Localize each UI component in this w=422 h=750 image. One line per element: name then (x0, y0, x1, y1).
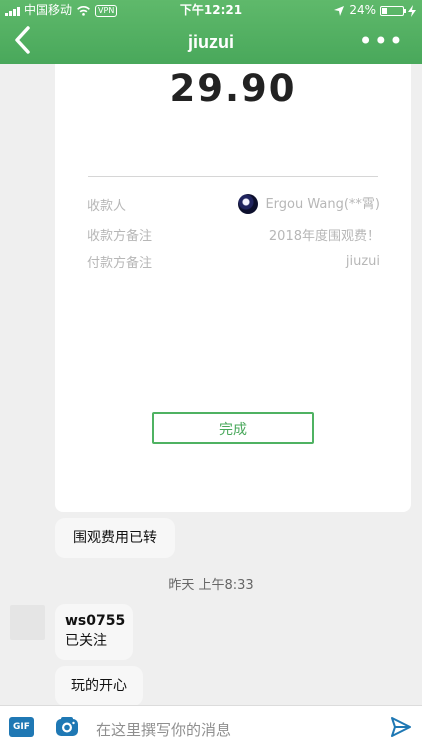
message-input[interactable] (94, 717, 378, 742)
message-bubble-transfer: 围观费用已转 (55, 518, 175, 558)
message-bubble-fun: 玩的开心 (55, 666, 143, 706)
charging-icon (408, 4, 416, 17)
battery-percent: 24% (349, 3, 376, 17)
payee-row: 收款人 Ergou Wang(**霄) (87, 193, 380, 215)
sender-name: ws0755 (65, 613, 126, 629)
payer-note-value: jiuzui (345, 253, 380, 269)
camera-icon[interactable] (55, 716, 79, 737)
gif-button[interactable]: GIF (9, 717, 34, 737)
chat-timestamp: 昨天 上午8:33 (168, 578, 254, 593)
app-header: 中国移动 VPN 下午12:21 24% jiuzui ••• (0, 0, 422, 64)
sender-avatar[interactable] (10, 605, 45, 640)
payee-avatar (238, 193, 259, 214)
status-bar: 中国移动 VPN 下午12:21 24% (0, 0, 422, 21)
payment-amount: 29.90 (169, 67, 297, 110)
payment-divider (88, 176, 378, 177)
payee-label: 收款人 (87, 198, 127, 214)
payer-note-row: 付款方备注 jiuzui (87, 250, 380, 272)
payment-card: 29.90 收款人 Ergou Wang(**霄) 收款方备注 2018年度围观… (55, 64, 411, 512)
send-icon[interactable] (390, 716, 412, 738)
payee-name: Ergou Wang(**霄) (265, 197, 380, 213)
battery-level (382, 7, 387, 14)
navigation-bar: jiuzui ••• (0, 21, 422, 64)
payee-note-row: 收款方备注 2018年度围观费！ (87, 223, 380, 245)
battery-icon (380, 5, 406, 16)
message-composer: GIF (0, 705, 422, 750)
more-options-button[interactable]: ••• (359, 29, 404, 53)
status-right: 24% (333, 0, 416, 21)
payee-note-value: 2018年度围观费！ (268, 228, 380, 244)
payee-value: Ergou Wang(**霄) (238, 193, 380, 215)
message-bubble-follow: ws0755 已关注 (55, 604, 133, 660)
payer-note-label: 付款方备注 (87, 255, 153, 271)
chat-screen: 中国移动 VPN 下午12:21 24% jiuzui ••• 29.90 收款… (0, 0, 422, 750)
payee-note-label: 收款方备注 (87, 228, 153, 244)
location-arrow-icon (334, 5, 345, 16)
done-button[interactable]: 完成 (152, 412, 314, 444)
follow-message-text: 已关注 (65, 633, 107, 649)
